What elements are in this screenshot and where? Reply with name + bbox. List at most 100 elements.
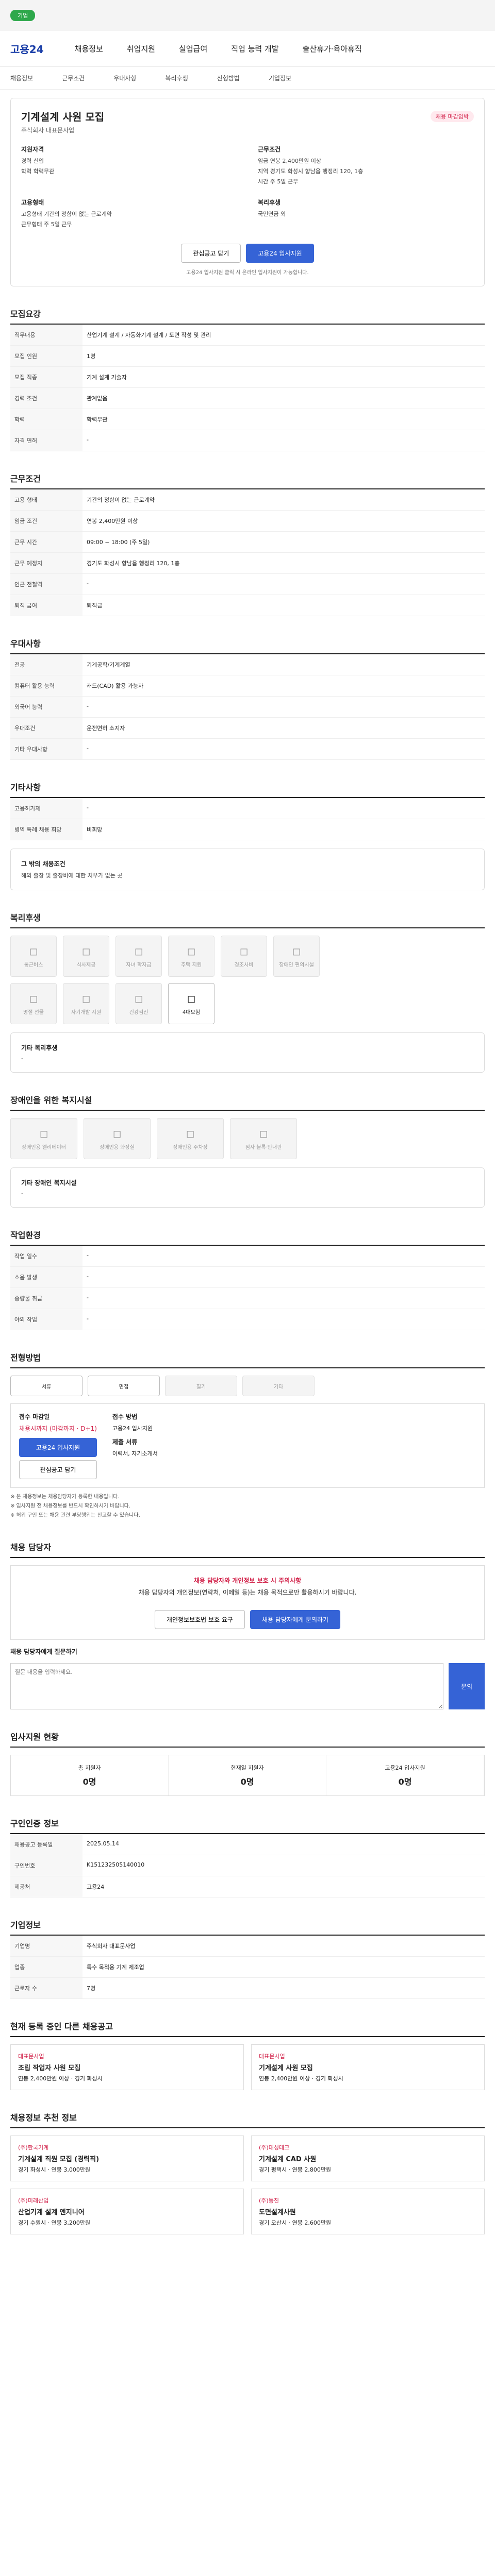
qualification-box: 지원자격 경력 신입 학력 학력무관 xyxy=(21,145,237,188)
job-card[interactable]: (주)미래산업 산업기계 설계 엔지니어 경기 수원시 · 연봉 3,200만원 xyxy=(10,2189,244,2234)
employment-type-title: 고용형태 xyxy=(21,199,44,206)
job-name: 기계설계 사원 모집 xyxy=(259,2064,313,2072)
row-value: 학력무관 xyxy=(82,409,485,430)
similar-section: 채용정보 추천 정보 (주)한국기계 기계설계 직원 모집 (경력직) 경기 화성시… xyxy=(10,2111,485,2234)
row-value: 캐드(CAD) 활용 가능자 xyxy=(82,675,485,697)
job-name: 조립 작업자 사원 모집 xyxy=(18,2064,81,2072)
nav-item-support[interactable]: 취업지원 xyxy=(127,43,155,54)
disability-etc: 기타 장애인 복지시설 - xyxy=(10,1167,485,1208)
global-nav: 고용24 채용정보 취업지원 실업급여 직업 능력 개발 출산휴가·육아휴직 xyxy=(0,31,495,67)
table-row: 업종 특수 목적용 기계 제조업 xyxy=(10,1956,485,1978)
note-line: ※ 허위 구인 또는 채용 관련 부당행위는 신고할 수 있습니다. xyxy=(10,1513,140,1518)
table-row: 기타 우대사항 - xyxy=(10,738,485,760)
question-submit-button[interactable]: 문의 xyxy=(449,1663,485,1709)
summary-row: 학력 학력무관 xyxy=(21,168,55,175)
row-key: 구인번호 xyxy=(10,1855,82,1876)
contact-button[interactable]: 채용 담당자에게 문의하기 xyxy=(250,1610,341,1629)
logo[interactable]: 고용24 xyxy=(10,41,44,56)
other-table: 고용허가제 - 병역 특례 채용 희망 비희망 xyxy=(10,798,485,840)
job-info: 경기 화성시 · 연봉 3,000만원 xyxy=(18,2166,91,2173)
section-title: 기타사항 xyxy=(10,781,485,798)
summary-row: 고용형태 기간의 정함이 없는 근로계약 xyxy=(21,211,112,217)
apply-note: 고용24 입사지원 클릭 시 온라인 입사지원이 가능합니다. xyxy=(186,270,309,276)
tab-company[interactable]: 기업정보 xyxy=(269,74,291,82)
row-value: - xyxy=(82,430,485,451)
qa-title: 채용 담당자에게 질문하기 xyxy=(10,1648,77,1655)
row-key: 고용허가제 xyxy=(10,798,82,819)
benefit-label: 장애인용 주차장 xyxy=(173,1144,208,1150)
job-company: 대표문사업 xyxy=(18,2053,44,2060)
save-job-button-2[interactable]: 관심공고 담기 xyxy=(19,1460,97,1479)
section-title: 전형방법 xyxy=(10,1351,485,1368)
nav-item-training[interactable]: 직업 능력 개발 xyxy=(231,43,278,54)
row-key: 작업 일수 xyxy=(10,1246,82,1267)
welfare-etc-text: - xyxy=(21,1055,23,1062)
summary-row: 국민연금 외 xyxy=(258,211,286,217)
recruit-section: 모집요강 직무내용 산업기계 설계 / 자동화기계 설계 / 도면 작성 및 관리… xyxy=(10,307,485,451)
row-value: 2025.05.14 xyxy=(82,1834,485,1855)
summary-card: 기계설계 사원 모집 채용 마감임박 주식회사 대표문사업 지원자격 경력 신입… xyxy=(10,98,485,286)
section-title: 모집요강 xyxy=(10,307,485,325)
job-company: (주)대성테크 xyxy=(259,2144,290,2151)
benefit-tile: ◻ 주택 지원 xyxy=(168,936,214,977)
tab-recruit[interactable]: 채용정보 xyxy=(10,74,33,82)
job-card[interactable]: (주)동진 도면설계사원 경기 오산시 · 연봉 2,600만원 xyxy=(251,2189,485,2234)
benefit-icon: ◻ xyxy=(39,1127,48,1140)
nav-item-jobs[interactable]: 채용정보 xyxy=(75,43,103,54)
nav-item-leave[interactable]: 출산휴가·육아휴직 xyxy=(303,43,362,54)
benefit-label: 자기개발 지원 xyxy=(71,1009,102,1015)
row-value: 산업기계 설계 / 자동화기계 설계 / 도면 작성 및 관리 xyxy=(82,325,485,346)
summary-row: 임금 연봉 2,400만원 이상 xyxy=(258,158,321,164)
row-value: - xyxy=(82,1266,485,1288)
apply-button-2[interactable]: 고용24 입사지원 xyxy=(19,1438,97,1457)
company-name[interactable]: 주식회사 대표문사업 xyxy=(21,126,474,134)
benefit-label: 명절 선물 xyxy=(23,1009,44,1015)
tab-preference[interactable]: 우대사항 xyxy=(113,74,136,82)
apply-button[interactable]: 고용24 입사지원 xyxy=(246,244,314,263)
job-name: 기계설계 직원 모집 (경력직) xyxy=(18,2156,100,2163)
job-company: (주)한국기계 xyxy=(18,2144,49,2151)
job-card[interactable]: (주)대성테크 기계설계 CAD 사원 경기 평택시 · 연봉 2,800만원 xyxy=(251,2136,485,2181)
question-input[interactable] xyxy=(10,1663,443,1709)
row-key: 근로자 수 xyxy=(10,1977,82,1999)
top-strip-pill[interactable]: 기업 xyxy=(10,10,36,21)
row-value: 경기도 화성시 향남읍 행정리 120, 1층 xyxy=(82,552,485,574)
table-row: 소음 발생 - xyxy=(10,1266,485,1288)
recruit-table: 직무내용 산업기계 설계 / 자동화기계 설계 / 도면 작성 및 관리 모집 인원… xyxy=(10,325,485,451)
benefit-label: 4대보험 xyxy=(183,1009,200,1015)
stat-value: 0명 xyxy=(398,1777,412,1787)
row-key: 업종 xyxy=(10,1956,82,1978)
job-name: 산업기계 설계 엔지니어 xyxy=(18,2209,85,2216)
benefit-label: 식사제공 xyxy=(76,962,96,968)
benefit-tile: ◻ 장애인용 화장실 xyxy=(84,1118,151,1159)
benefit-label: 자녀 학자금 xyxy=(126,962,152,968)
table-row: 제공처 고용24 xyxy=(10,1876,485,1897)
row-key: 채용공고 등록일 xyxy=(10,1834,82,1855)
welfare-grid: ◻ 통근버스 ◻ 식사제공 ◻ 자녀 학자금 ◻ 주택 지원 ◻ 경조사비 ◻ 장애인 편의시설 ◻ 명절… xyxy=(10,936,485,1024)
save-job-button[interactable]: 관심공고 담기 xyxy=(181,244,241,263)
info-section: 구인인증 정보 채용공고 등록일 2025.05.14 구인번호 K151232505… xyxy=(10,1817,485,1897)
contact-section: 채용 담당자 채용 담당자와 개인정보 보호 시 주의사항 채용 담당자의 개인… xyxy=(10,1540,485,1709)
nav-item-unemployment[interactable]: 실업급여 xyxy=(179,43,207,54)
table-row: 자격 면허 - xyxy=(10,430,485,451)
welfare-box: 복리후생 국민연금 외 xyxy=(258,198,474,230)
privacy-button[interactable]: 개인정보보호법 보호 요구 xyxy=(154,1610,245,1629)
row-value: 퇴직금 xyxy=(82,595,485,616)
summary-row: 시간 주 5일 근무 xyxy=(258,178,299,185)
conditions-title: 근무조건 xyxy=(258,146,281,153)
table-row: 컴퓨터 활용 능력 캐드(CAD) 활용 가능자 xyxy=(10,675,485,697)
section-title: 복리후생 xyxy=(10,911,485,928)
job-card[interactable]: 대표문사업 기계설계 사원 모집 연봉 2,400만원 이상 · 경기 화성시 xyxy=(251,2044,485,2090)
table-row: 근무 예정지 경기도 화성시 향남읍 행정리 120, 1층 xyxy=(10,552,485,574)
tab-welfare[interactable]: 복리후생 xyxy=(166,74,188,82)
row-key: 근무 예정지 xyxy=(10,552,82,574)
tab-conditions[interactable]: 근무조건 xyxy=(62,74,85,82)
related-section: 현재 등록 중인 다른 채용공고 대표문사업 조립 작업자 사원 모집 연봉 2,4… xyxy=(10,2020,485,2090)
table-row: 고용허가제 - xyxy=(10,798,485,819)
benefit-tile: ◻ 4대보험 xyxy=(168,983,214,1024)
job-card[interactable]: 대표문사업 조립 작업자 사원 모집 연봉 2,400만원 이상 · 경기 화성시 xyxy=(10,2044,244,2090)
job-card[interactable]: (주)한국기계기계설계 직원 모집 (경력직) 경기 화성시 · 연봉 3,000… xyxy=(10,2136,244,2181)
benefit-icon: ◻ xyxy=(29,944,38,957)
tab-screening[interactable]: 전형방법 xyxy=(217,74,240,82)
benefit-tile: ◻ 점자 블록·안내판 xyxy=(230,1118,297,1159)
